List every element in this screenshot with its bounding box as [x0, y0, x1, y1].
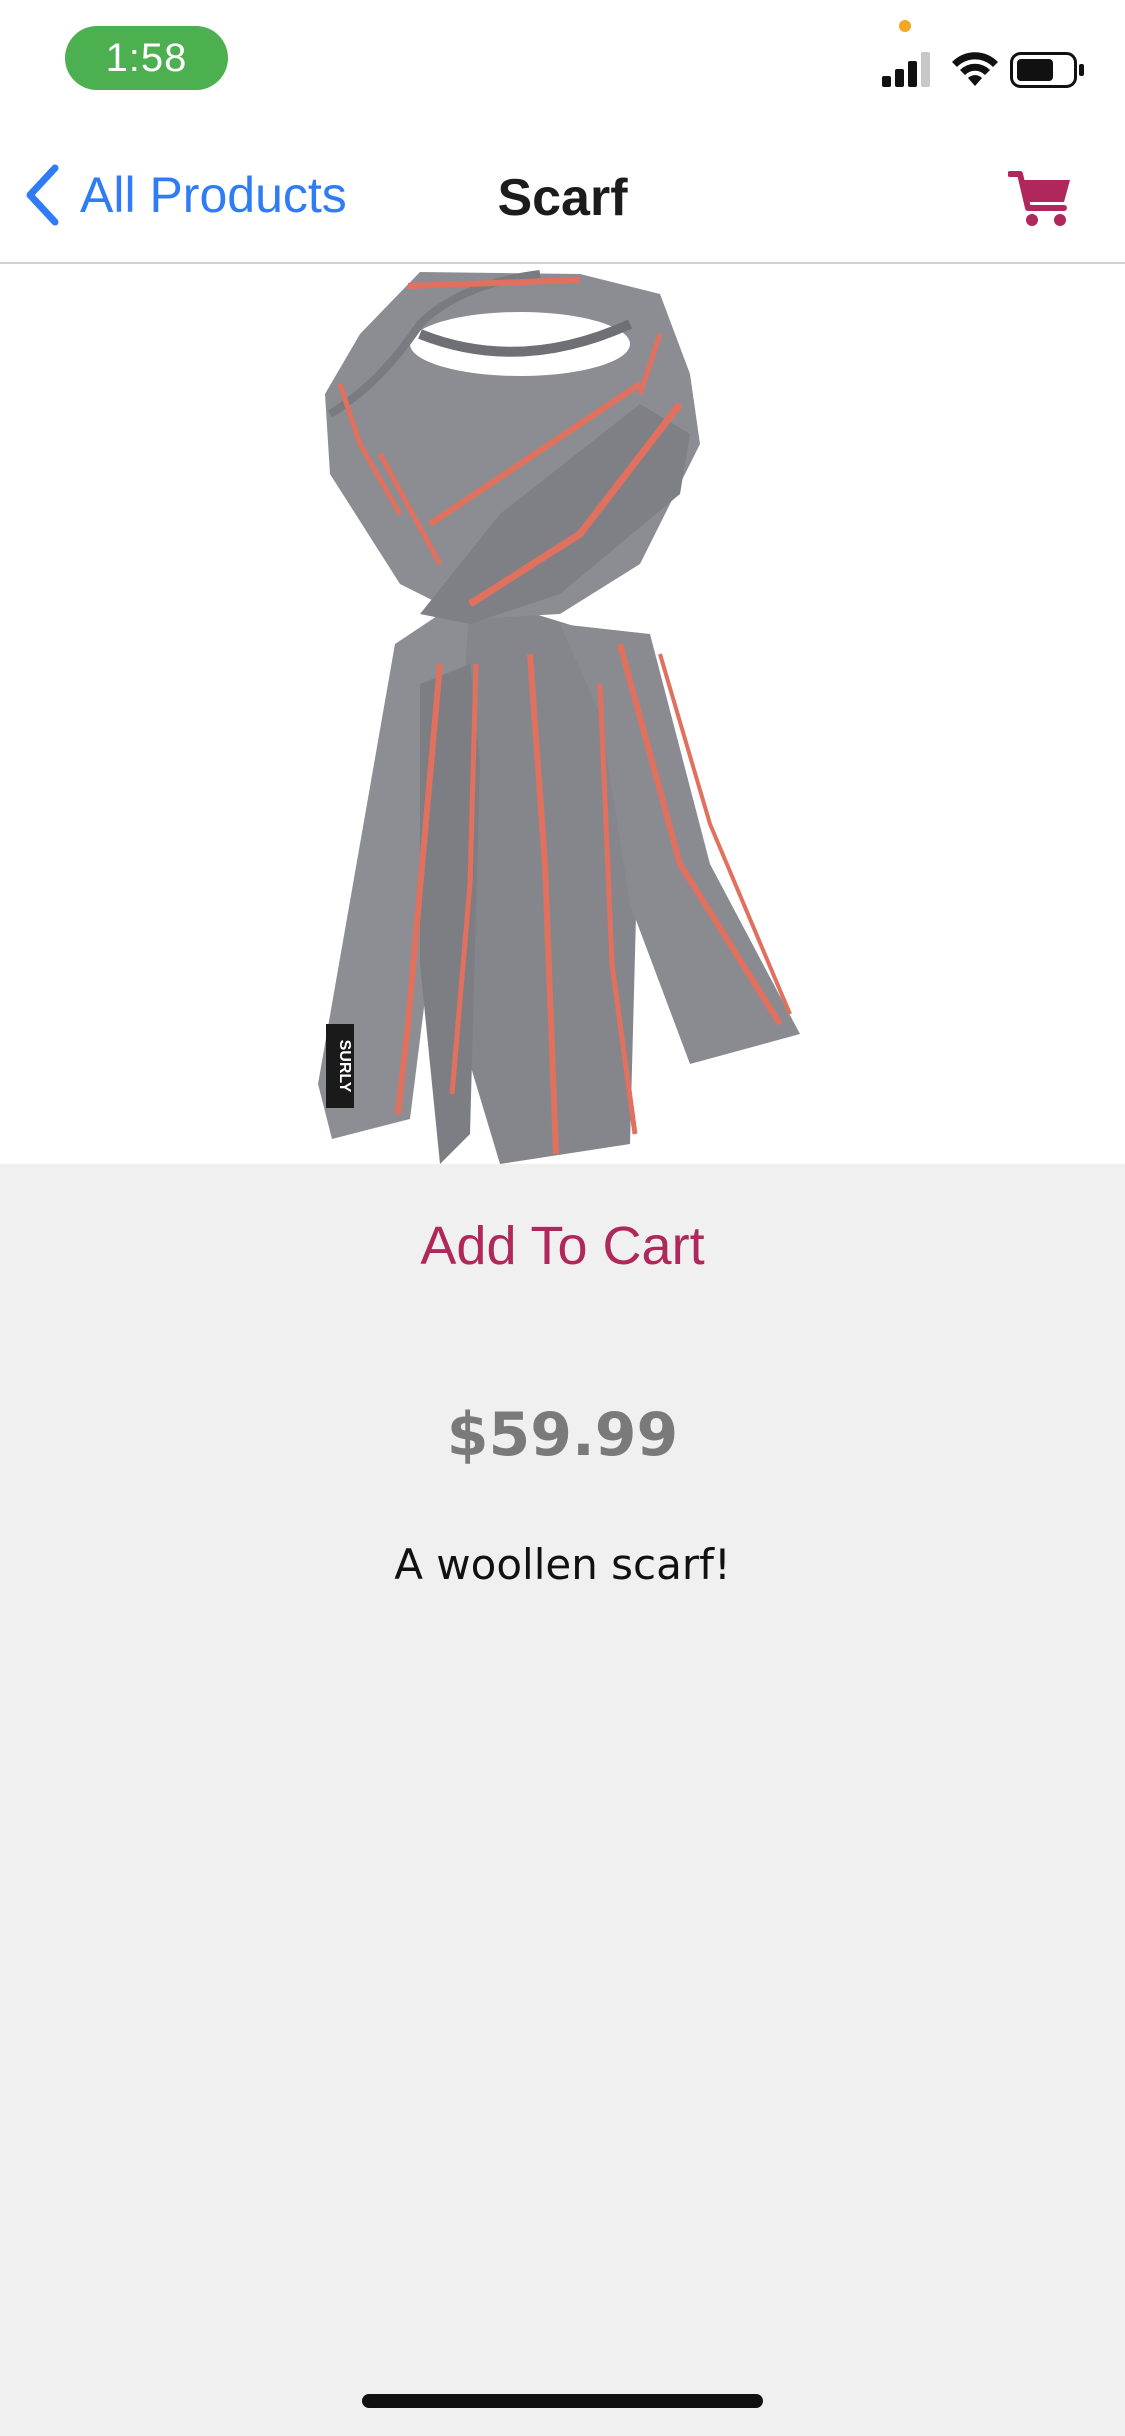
product-image: SURLY: [0, 264, 1125, 1164]
battery-icon: [1010, 52, 1084, 88]
wifi-icon: [952, 52, 998, 86]
product-detail-screen: 1:58 All Products Scarf SURLY Add To Car…: [0, 0, 1125, 2436]
product-description: A woollen scarf!: [394, 1540, 731, 1589]
back-button-label: All Products: [80, 167, 347, 223]
privacy-indicator-dot: [899, 20, 911, 32]
scarf-tag-label: SURLY: [336, 1040, 353, 1093]
add-to-cart-button[interactable]: Add To Cart: [0, 1215, 1125, 1277]
home-indicator[interactable]: [362, 2394, 763, 2408]
back-button[interactable]: All Products: [22, 160, 347, 230]
cellular-signal-icon: [882, 52, 930, 87]
shopping-cart-icon[interactable]: [1008, 168, 1074, 230]
navigation-bar: All Products Scarf: [0, 120, 1125, 264]
status-time: 1:58: [65, 26, 228, 90]
scarf-image: SURLY: [318, 270, 800, 1164]
product-price: $59.99: [446, 1400, 679, 1470]
status-bar: 1:58: [0, 0, 1125, 120]
chevron-left-icon: [26, 164, 59, 226]
